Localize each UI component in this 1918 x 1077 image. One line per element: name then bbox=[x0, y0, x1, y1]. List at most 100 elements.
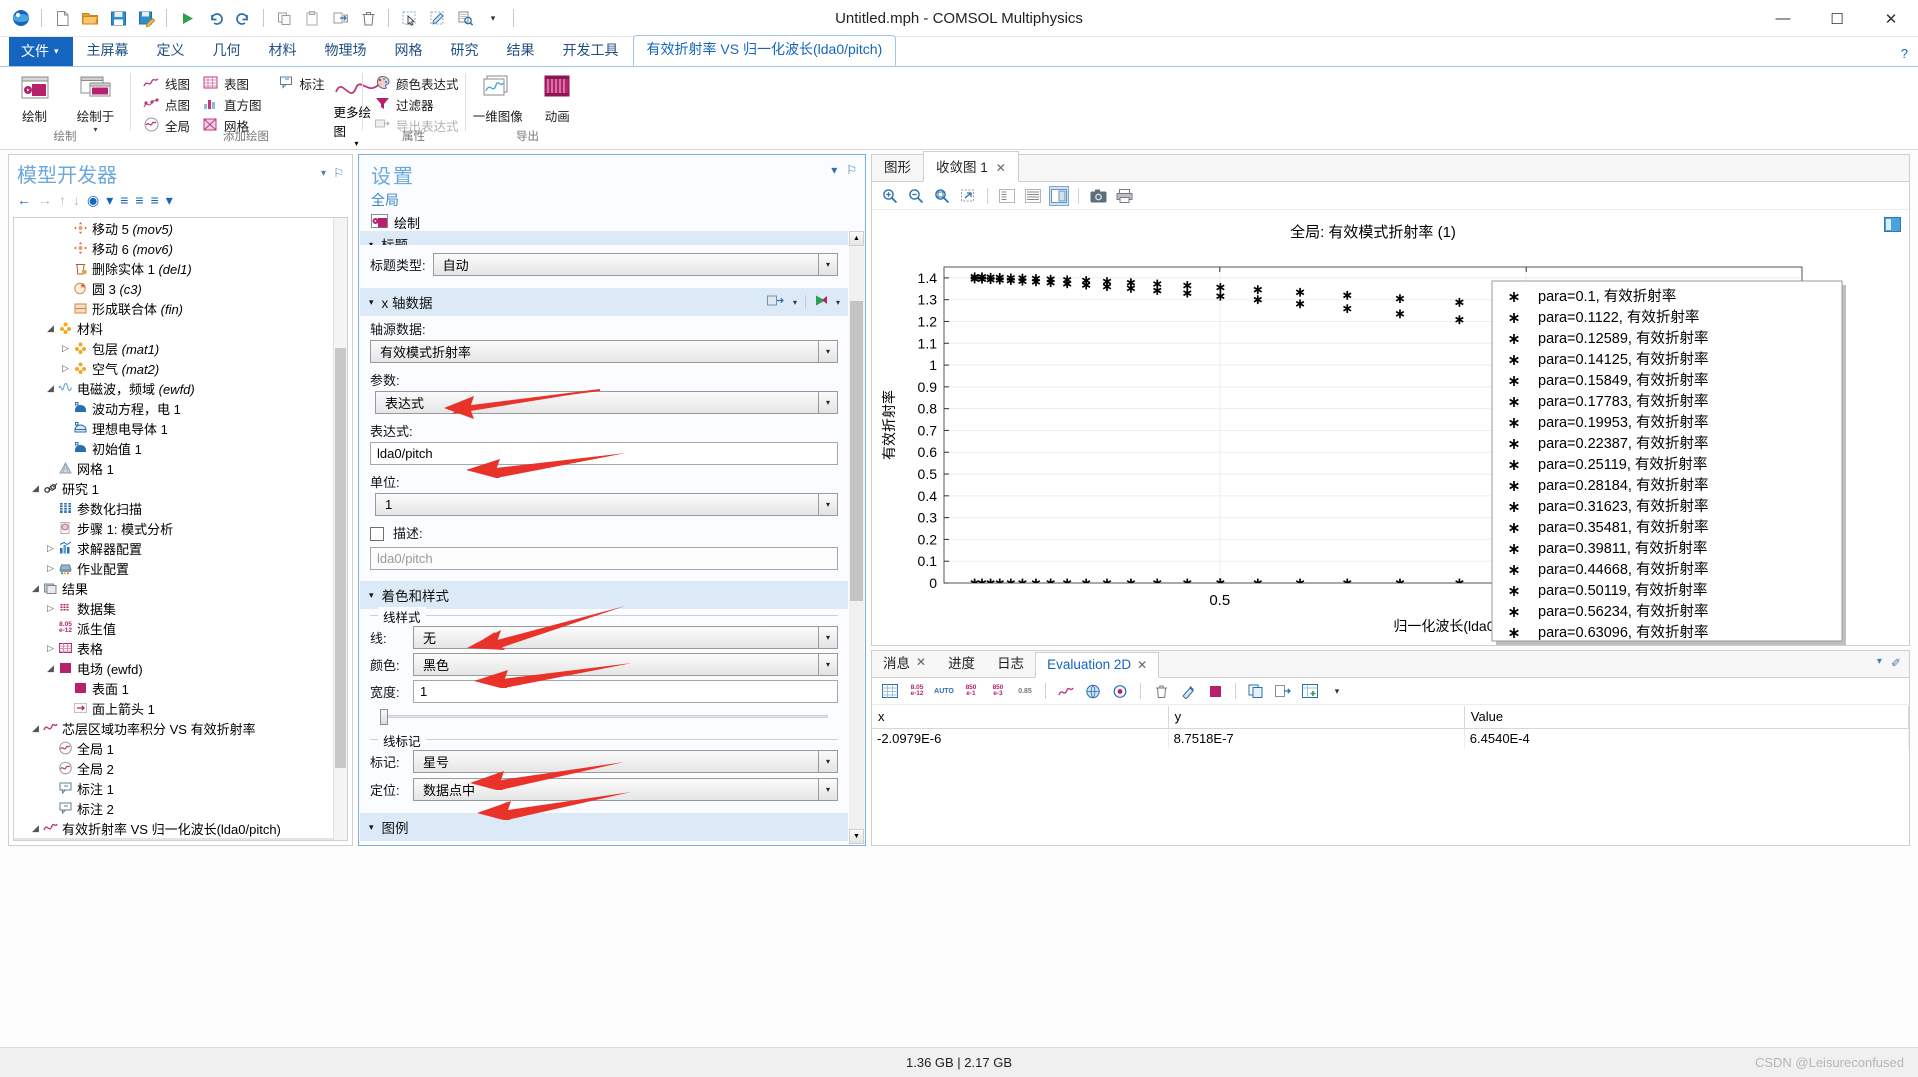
legend-right-icon[interactable] bbox=[1049, 185, 1069, 206]
delete-icon[interactable] bbox=[355, 5, 381, 31]
tree-node[interactable]: ◢ 芯层区域功率积分 VS 有效折射率 bbox=[14, 718, 333, 738]
tree-twisty-icon[interactable]: ◢ bbox=[29, 823, 42, 834]
tree-twisty-icon[interactable]: ▷ bbox=[44, 643, 57, 654]
tree-twisty-icon[interactable]: ◢ bbox=[29, 583, 42, 594]
chevron-down-icon[interactable]: ▾ bbox=[818, 254, 837, 275]
tree-node[interactable]: 表面 1 bbox=[14, 678, 333, 698]
graphics-expand-icon[interactable] bbox=[1884, 217, 1901, 235]
tree-twisty-icon[interactable]: ◢ bbox=[44, 323, 57, 334]
table-header-cell[interactable]: y bbox=[1168, 706, 1465, 729]
tree-twisty-icon[interactable]: ◢ bbox=[44, 383, 57, 394]
eval-850-e3-icon[interactable]: 850 e-3 bbox=[988, 681, 1008, 701]
legend-left-icon[interactable] bbox=[997, 186, 1017, 206]
save-as-icon[interactable] bbox=[133, 5, 159, 31]
pin-icon[interactable]: ⚐ bbox=[333, 166, 344, 180]
nav-back-button[interactable]: ← bbox=[17, 192, 31, 208]
play-expression-icon[interactable] bbox=[814, 294, 828, 310]
tree-node[interactable]: ▷ 求解器配置 bbox=[14, 538, 333, 558]
ribbon-tab-5[interactable]: 网格 bbox=[381, 36, 437, 66]
minimize-button[interactable]: — bbox=[1756, 0, 1810, 37]
ribbon-tab-3[interactable]: 材料 bbox=[255, 36, 311, 66]
parameter-select[interactable]: 表达式 ▾ bbox=[375, 391, 838, 414]
tree-node[interactable]: 移动 6 (mov6) bbox=[14, 238, 333, 258]
unit-select[interactable]: 1 ▾ bbox=[375, 493, 838, 516]
color-marker-icon[interactable] bbox=[1178, 681, 1198, 701]
tree-twisty-icon[interactable]: ▷ bbox=[59, 343, 72, 354]
ribbon-tab-7[interactable]: 结果 bbox=[493, 36, 549, 66]
list-options-button[interactable]: ≡ bbox=[151, 192, 159, 208]
tab-messages[interactable]: 消息 ✕ bbox=[872, 648, 937, 677]
line-graph-button[interactable]: 线图 bbox=[140, 73, 197, 93]
table-caret-icon[interactable]: ▾ bbox=[1327, 681, 1347, 701]
chevron-down-icon[interactable]: ▾ bbox=[818, 627, 837, 648]
tree-node[interactable]: 全局 2 bbox=[14, 758, 333, 778]
plot-table-icon[interactable] bbox=[1056, 681, 1076, 701]
tree-node[interactable]: ◢ 有效折射率 VS 归一化波长(lda0/pitch) bbox=[14, 818, 333, 838]
screenshot-icon[interactable] bbox=[1088, 186, 1108, 206]
eval-085-icon[interactable]: 0.85 bbox=[1015, 681, 1035, 701]
zoom-extents-icon[interactable] bbox=[932, 186, 952, 206]
fill-color-icon[interactable] bbox=[1205, 681, 1225, 701]
tree-twisty-icon[interactable]: ▷ bbox=[44, 603, 57, 614]
tree-node[interactable]: 全局 1 bbox=[14, 838, 333, 840]
tab-graphics[interactable]: 图形 bbox=[872, 152, 923, 181]
tree-twisty-icon[interactable]: ▷ bbox=[44, 543, 57, 554]
image-1d-button[interactable]: 一维图像 bbox=[471, 71, 525, 125]
zoom-in-icon[interactable] bbox=[880, 186, 900, 206]
chevron-down-icon[interactable]: ▾ bbox=[818, 751, 837, 772]
animation-button[interactable]: 动画 bbox=[531, 71, 585, 125]
tree-twisty-icon[interactable]: ▷ bbox=[59, 363, 72, 374]
clear-table-icon[interactable] bbox=[1151, 681, 1171, 701]
section-coloring-and-style[interactable]: ▾ 着色和样式 bbox=[360, 581, 848, 609]
select-box-icon[interactable] bbox=[396, 5, 422, 31]
title-type-select[interactable]: 自动 ▾ bbox=[432, 253, 838, 276]
filter-button[interactable]: 过滤器 bbox=[371, 94, 466, 114]
export-table-icon[interactable] bbox=[1273, 681, 1293, 701]
chevron-down-icon[interactable]: ▾ bbox=[321, 168, 326, 179]
paste-icon[interactable] bbox=[299, 5, 325, 31]
tab-progress[interactable]: 进度 bbox=[937, 648, 986, 677]
expression-input[interactable]: lda0/pitch bbox=[370, 442, 838, 465]
tree-node[interactable]: ◢ 材料 bbox=[14, 318, 333, 338]
tree-node[interactable]: 8.05 e-12 派生值 bbox=[14, 618, 333, 638]
plot-in-button[interactable]: 绘制于 ▾ bbox=[67, 71, 124, 134]
chevron-down-icon[interactable]: ▾ bbox=[818, 341, 837, 362]
table-graph-button[interactable]: 表图 bbox=[199, 73, 269, 93]
tree-twisty-icon[interactable]: ◢ bbox=[29, 483, 42, 494]
new-file-icon[interactable] bbox=[49, 5, 75, 31]
tree-node[interactable]: 网格 1 bbox=[14, 458, 333, 478]
scroll-down-arrow-icon[interactable]: ▼ bbox=[849, 829, 864, 844]
chevron-down-icon[interactable]: ▾ bbox=[793, 298, 797, 307]
chevron-down-icon[interactable]: ▾ bbox=[818, 779, 837, 800]
undo-icon[interactable] bbox=[202, 5, 228, 31]
annotation-button[interactable]: 标注 bbox=[275, 73, 332, 93]
list-caret[interactable]: ▾ bbox=[166, 192, 173, 209]
section-legend[interactable]: ▾ 图例 bbox=[360, 813, 848, 841]
table-header-cell[interactable]: Value bbox=[1464, 706, 1909, 729]
line-select[interactable]: 无 ▾ bbox=[413, 626, 838, 649]
zoom-box-icon[interactable] bbox=[958, 186, 978, 206]
tab-evaluation-2d[interactable]: Evaluation 2D ✕ bbox=[1035, 652, 1160, 678]
duplicate-icon[interactable] bbox=[327, 5, 353, 31]
marker-select[interactable]: 星号 ▾ bbox=[413, 750, 838, 773]
section-x-axis-data[interactable]: ▾ x 轴数据 ▾ ▾ bbox=[360, 288, 848, 316]
description-checkbox[interactable] bbox=[370, 526, 384, 541]
tree-node[interactable]: 标注 1 bbox=[14, 778, 333, 798]
pin-icon[interactable]: ⚐ bbox=[846, 163, 857, 177]
save-icon[interactable] bbox=[105, 5, 131, 31]
tree-node[interactable]: ▷ 数据集 bbox=[14, 598, 333, 618]
ribbon-tab-4[interactable]: 物理场 bbox=[311, 36, 381, 66]
tree-node[interactable]: ◢ 结果 bbox=[14, 578, 333, 598]
axis-source-select[interactable]: 有效模式折射率 ▾ bbox=[370, 340, 838, 363]
chevron-down-icon[interactable]: ▾ bbox=[831, 163, 837, 177]
auto-eval-icon[interactable]: AUTO bbox=[934, 681, 954, 701]
copy-table-icon[interactable] bbox=[1246, 681, 1266, 701]
close-icon[interactable]: ✕ bbox=[1137, 658, 1147, 672]
positioning-select[interactable]: 数据点中 ▾ bbox=[413, 778, 838, 801]
tree-node[interactable]: 全局 1 bbox=[14, 738, 333, 758]
tree-node[interactable]: 初始值 1 bbox=[14, 438, 333, 458]
point-graph-button[interactable]: 点图 bbox=[140, 94, 197, 114]
maximize-button[interactable]: ☐ bbox=[1810, 0, 1864, 37]
plot-button[interactable]: 绘制 bbox=[6, 71, 63, 125]
tree-node[interactable]: ▷ 包层 (mat1) bbox=[14, 338, 333, 358]
